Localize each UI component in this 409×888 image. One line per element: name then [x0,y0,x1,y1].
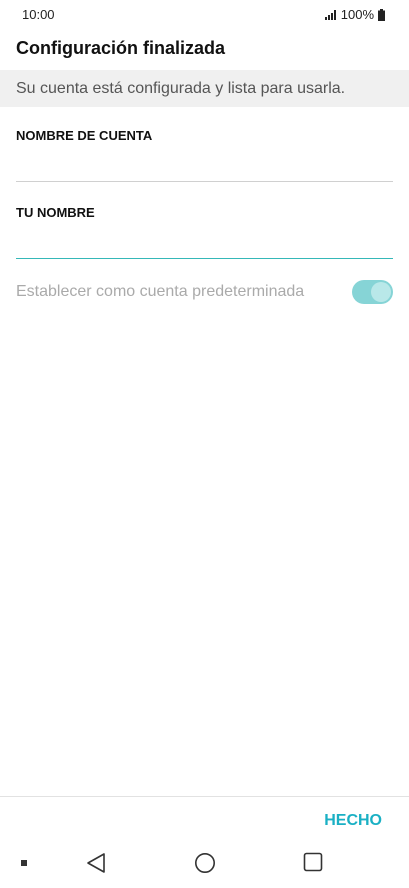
account-name-underline [16,181,393,182]
your-name-label: TU NOMBRE [16,205,95,220]
account-name-input[interactable] [16,148,393,180]
toggle-knob [371,282,391,302]
navigation-bar [0,840,409,888]
home-icon[interactable] [194,852,216,874]
screen: 10:00 100% Configuración finalizada Su c… [0,0,409,888]
footer-divider [0,796,409,797]
info-banner-text: Su cuenta está configurada y lista para … [16,80,346,97]
done-button[interactable]: HECHO [324,808,382,834]
account-name-label: NOMBRE DE CUENTA [16,128,153,143]
status-bar: 10:00 100% [0,0,409,28]
battery-percent: 100% [340,7,374,22]
default-account-label: Establecer como cuenta predeterminada [16,283,305,300]
signal-icon [324,10,336,20]
page-title: Configuración finalizada [16,38,226,58]
info-banner: Su cuenta está configurada y lista para … [0,70,409,107]
recent-dot-icon[interactable] [21,860,27,866]
battery-icon [378,8,385,21]
overview-icon[interactable] [303,852,323,872]
default-account-toggle[interactable] [352,280,393,304]
your-name-input[interactable] [16,225,393,257]
back-icon[interactable] [86,852,106,874]
status-indicators: 100% [324,7,385,22]
status-time: 10:00 [22,7,55,22]
your-name-underline [16,258,393,259]
